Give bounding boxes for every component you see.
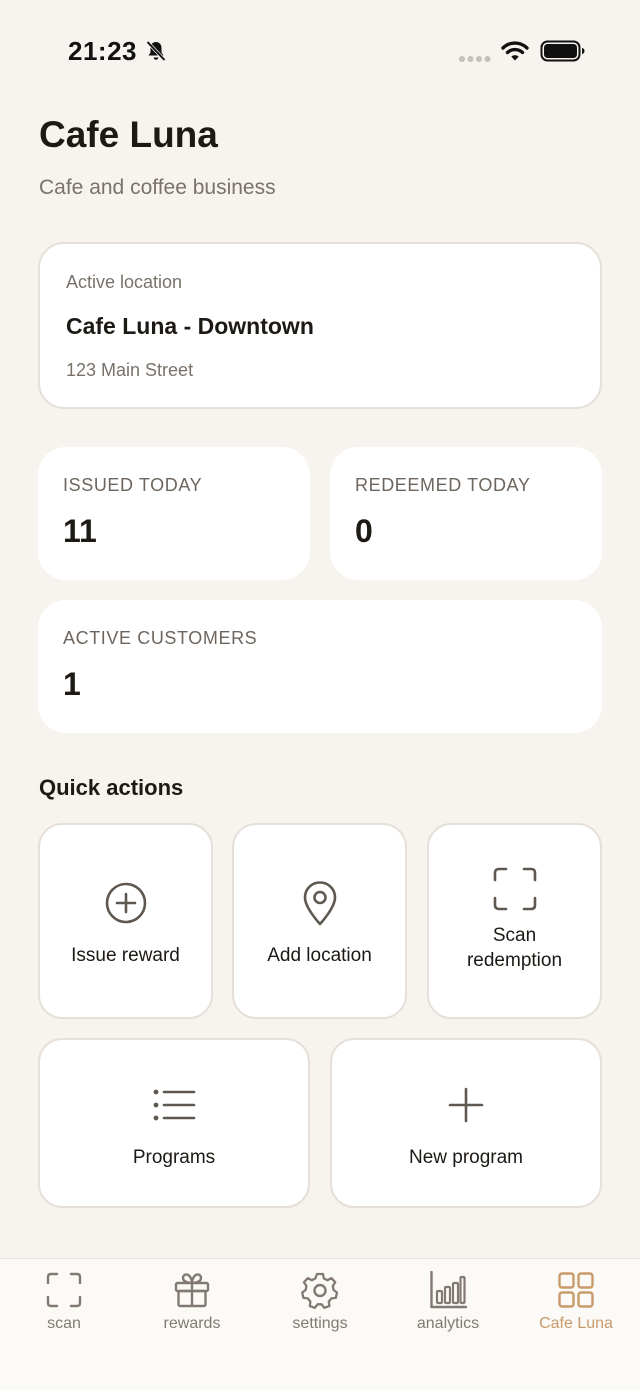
grid-icon bbox=[558, 1272, 594, 1308]
tab-label: rewards bbox=[163, 1315, 221, 1332]
bell-muted-icon bbox=[146, 40, 166, 62]
tab-label: Cafe Luna bbox=[539, 1315, 613, 1332]
location-label: Active location bbox=[66, 272, 183, 292]
tab-scan[interactable]: scan bbox=[0, 1271, 128, 1351]
scan-frame-icon bbox=[46, 1272, 82, 1308]
action-label: Add location bbox=[267, 945, 372, 966]
stat-card-active-customers: ACTIVE CUSTOMERS 1 bbox=[38, 600, 602, 733]
add-location-button[interactable]: Add location bbox=[232, 823, 407, 1019]
programs-button[interactable]: Programs bbox=[38, 1038, 310, 1208]
bottom-tab-bar: scan rewards settings analytics Cafe Lun… bbox=[0, 1258, 640, 1391]
stat-label: ISSUED TODAY bbox=[63, 475, 203, 495]
location-name: Cafe Luna - Downtown bbox=[66, 313, 314, 339]
status-bar: 21:23 bbox=[0, 0, 640, 100]
plus-circle-icon bbox=[105, 882, 146, 924]
tab-analytics[interactable]: analytics bbox=[384, 1271, 512, 1351]
quick-actions-title: Quick actions bbox=[39, 775, 184, 800]
stat-value: 11 bbox=[63, 513, 97, 549]
bar-chart-icon bbox=[430, 1271, 467, 1309]
cellular-signal-icon bbox=[459, 56, 491, 62]
action-label: Programs bbox=[132, 1147, 216, 1168]
tab-rewards[interactable]: rewards bbox=[128, 1271, 256, 1351]
gift-icon bbox=[174, 1273, 210, 1308]
tab-cafe-luna[interactable]: Cafe Luna bbox=[512, 1271, 640, 1351]
plus-icon bbox=[448, 1087, 484, 1123]
location-address: 123 Main Street bbox=[66, 360, 194, 380]
stat-card-redeemed-today: REDEEMED TODAY 0 bbox=[330, 447, 602, 580]
stat-value: 0 bbox=[355, 513, 373, 549]
page-subtitle: Cafe and coffee business bbox=[39, 176, 276, 199]
gear-icon bbox=[301, 1272, 339, 1309]
scan-frame-icon bbox=[493, 867, 536, 911]
dashboard-screen: 21:23 Cafe Luna Cafe and coffee business bbox=[0, 0, 640, 1391]
active-location-card[interactable]: Active location Cafe Luna - Downtown 123… bbox=[38, 242, 602, 409]
stat-value: 1 bbox=[63, 666, 81, 702]
tab-settings[interactable]: settings bbox=[256, 1271, 384, 1351]
tab-label: settings bbox=[292, 1315, 348, 1332]
stat-card-issued-today: ISSUED TODAY 11 bbox=[38, 447, 310, 580]
action-label: Scan redemption bbox=[466, 925, 563, 971]
page-title: Cafe Luna bbox=[39, 114, 218, 155]
scan-redemption-button[interactable]: Scan redemption bbox=[427, 823, 602, 1019]
action-label: Issue reward bbox=[71, 945, 180, 966]
action-label: New program bbox=[408, 1147, 524, 1168]
stat-label: ACTIVE CUSTOMERS bbox=[63, 628, 258, 648]
wifi-icon bbox=[501, 41, 529, 61]
new-program-button[interactable]: New program bbox=[330, 1038, 602, 1208]
issue-reward-button[interactable]: Issue reward bbox=[38, 823, 213, 1019]
tab-label: analytics bbox=[416, 1315, 480, 1332]
map-pin-icon bbox=[303, 881, 336, 926]
stat-label: REDEEMED TODAY bbox=[355, 475, 531, 495]
status-time: 21:23 bbox=[68, 36, 137, 66]
list-icon bbox=[153, 1089, 196, 1121]
tab-label: scan bbox=[47, 1315, 81, 1332]
battery-icon bbox=[540, 40, 585, 62]
